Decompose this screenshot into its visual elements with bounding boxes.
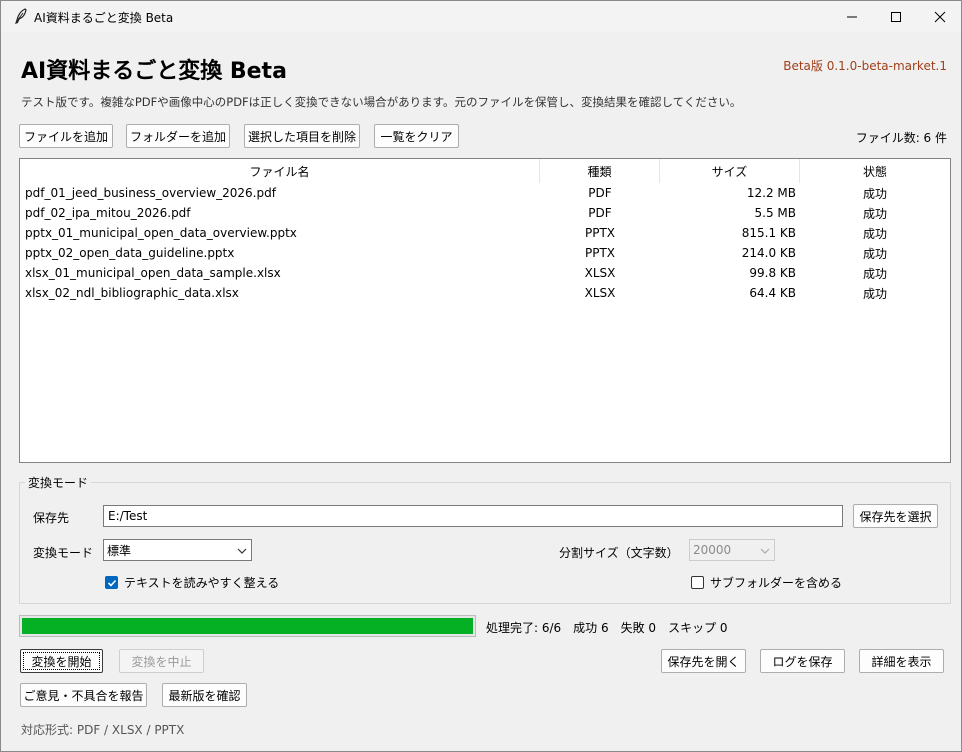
clear-list-button[interactable]: 一覧をクリア xyxy=(374,124,459,148)
check-update-button[interactable]: 最新版を確認 xyxy=(162,683,247,707)
show-details-button[interactable]: 詳細を表示 xyxy=(859,649,944,673)
table-header: ファイル名 種類 サイズ 状態 xyxy=(20,159,950,183)
cell-filename: xlsx_01_municipal_open_data_sample.xlsx xyxy=(25,266,281,280)
mode-select-value: 標準 xyxy=(107,543,132,558)
column-header-size[interactable]: サイズ xyxy=(660,159,800,183)
column-header-name[interactable]: ファイル名 xyxy=(20,159,540,183)
cell-status: 成功 xyxy=(862,266,887,281)
table-row[interactable]: xlsx_01_municipal_open_data_sample.xlsx … xyxy=(20,263,950,283)
cell-type: XLSX xyxy=(584,266,616,280)
version-label: Beta版 0.1.0-beta-market.1 xyxy=(783,59,947,73)
choose-destination-button[interactable]: 保存先を選択 xyxy=(853,504,938,528)
table-row[interactable]: pptx_02_open_data_guideline.pptx PPTX 21… xyxy=(20,243,950,263)
cell-size: 64.4 KB xyxy=(749,286,796,300)
cell-status: 成功 xyxy=(862,186,887,201)
column-header-type[interactable]: 種類 xyxy=(540,159,660,183)
cell-filename: pdf_02_ipa_mitou_2026.pdf xyxy=(25,206,191,220)
open-destination-button[interactable]: 保存先を開く xyxy=(661,649,746,673)
table-row[interactable]: pdf_01_jeed_business_overview_2026.pdf P… xyxy=(20,183,950,203)
include-subfolders-checkbox[interactable]: サブフォルダーを含める xyxy=(691,574,842,591)
description-text: テスト版です。複雑なPDFや画像中心のPDFは正しく変換できない場合があります。… xyxy=(21,95,742,109)
file-table[interactable]: ファイル名 種類 サイズ 状態 pdf_01_jeed_business_ove… xyxy=(19,158,951,463)
app-window: AI資料まるごと変換 Beta AI資料まるごと変換 Beta Beta版 0.… xyxy=(0,0,962,752)
tidy-text-label: テキストを読みやすく整える xyxy=(124,576,280,590)
app-title: AI資料まるごと変換 Beta xyxy=(21,59,287,84)
cell-type: PDF xyxy=(588,186,612,200)
cell-size: 12.2 MB xyxy=(746,186,796,200)
cell-status: 成功 xyxy=(862,246,887,261)
cell-type: PPTX xyxy=(584,226,616,240)
cell-type: PDF xyxy=(588,206,612,220)
minimize-button[interactable] xyxy=(829,1,875,32)
mode-label: 変換モード xyxy=(33,546,94,560)
progress-status: 処理完了: 6/6 成功 6 失敗 0 スキップ 0 xyxy=(486,621,728,635)
save-log-button[interactable]: ログを保存 xyxy=(760,649,845,673)
file-count: ファイル数: 6 件 xyxy=(855,131,947,145)
supported-formats: 対応形式: PDF / XLSX / PPTX xyxy=(21,723,185,737)
add-folder-button[interactable]: フォルダーを追加 xyxy=(126,124,230,148)
table-row[interactable]: pdf_02_ipa_mitou_2026.pdf PDF 5.5 MB 成功 xyxy=(20,203,950,223)
include-subfolders-label: サブフォルダーを含める xyxy=(710,576,843,590)
tidy-text-checkbox[interactable]: テキストを読みやすく整える xyxy=(105,574,279,591)
checkbox-checked-icon xyxy=(105,576,118,589)
split-size-label: 分割サイズ（文字数） xyxy=(559,546,679,560)
cell-filename: xlsx_02_ndl_bibliographic_data.xlsx xyxy=(25,286,239,300)
cell-status: 成功 xyxy=(862,226,887,241)
column-header-status[interactable]: 状態 xyxy=(800,159,950,183)
cell-size: 815.1 KB xyxy=(741,226,796,240)
report-feedback-button[interactable]: ご意見・不具合を報告 xyxy=(20,683,147,707)
remove-selected-button[interactable]: 選択した項目を削除 xyxy=(244,124,360,148)
split-size-value: 20000 xyxy=(693,543,732,557)
minimize-icon xyxy=(846,11,858,23)
close-icon xyxy=(934,11,946,23)
settings-group-label: 変換モード xyxy=(25,474,92,491)
save-to-input[interactable]: E:/Test xyxy=(103,505,843,527)
title-bar[interactable]: AI資料まるごと変換 Beta xyxy=(1,1,961,32)
chevron-down-icon xyxy=(760,545,770,559)
mode-select[interactable]: 標準 xyxy=(103,539,252,561)
cell-size: 214.0 KB xyxy=(741,246,796,260)
add-file-button[interactable]: ファイルを追加 xyxy=(19,124,113,148)
maximize-button[interactable] xyxy=(873,1,919,32)
chevron-down-icon xyxy=(237,545,247,559)
table-row[interactable]: xlsx_02_ndl_bibliographic_data.xlsx XLSX… xyxy=(20,283,950,303)
cell-status: 成功 xyxy=(862,286,887,301)
maximize-icon xyxy=(890,11,902,23)
cell-filename: pptx_02_open_data_guideline.pptx xyxy=(25,246,235,260)
cell-size: 99.8 KB xyxy=(749,266,796,280)
cell-type: XLSX xyxy=(584,286,616,300)
checkbox-unchecked-icon xyxy=(691,576,704,589)
stop-conversion-button[interactable]: 変換を中止 xyxy=(119,649,204,673)
cell-filename: pptx_01_municipal_open_data_overview.ppt… xyxy=(25,226,297,240)
split-size-select: 20000 xyxy=(689,539,775,561)
feather-icon xyxy=(13,8,29,24)
close-button[interactable] xyxy=(917,1,962,32)
progress-fill xyxy=(22,618,473,634)
save-to-label: 保存先 xyxy=(33,511,70,525)
table-row[interactable]: pptx_01_municipal_open_data_overview.ppt… xyxy=(20,223,950,243)
progress-bar xyxy=(19,615,476,637)
start-conversion-button[interactable]: 変換を開始 xyxy=(20,649,103,673)
cell-size: 5.5 MB xyxy=(754,206,796,220)
cell-filename: pdf_01_jeed_business_overview_2026.pdf xyxy=(25,186,276,200)
window-title: AI資料まるごと変換 Beta xyxy=(34,11,174,25)
cell-type: PPTX xyxy=(584,246,616,260)
cell-status: 成功 xyxy=(862,206,887,221)
